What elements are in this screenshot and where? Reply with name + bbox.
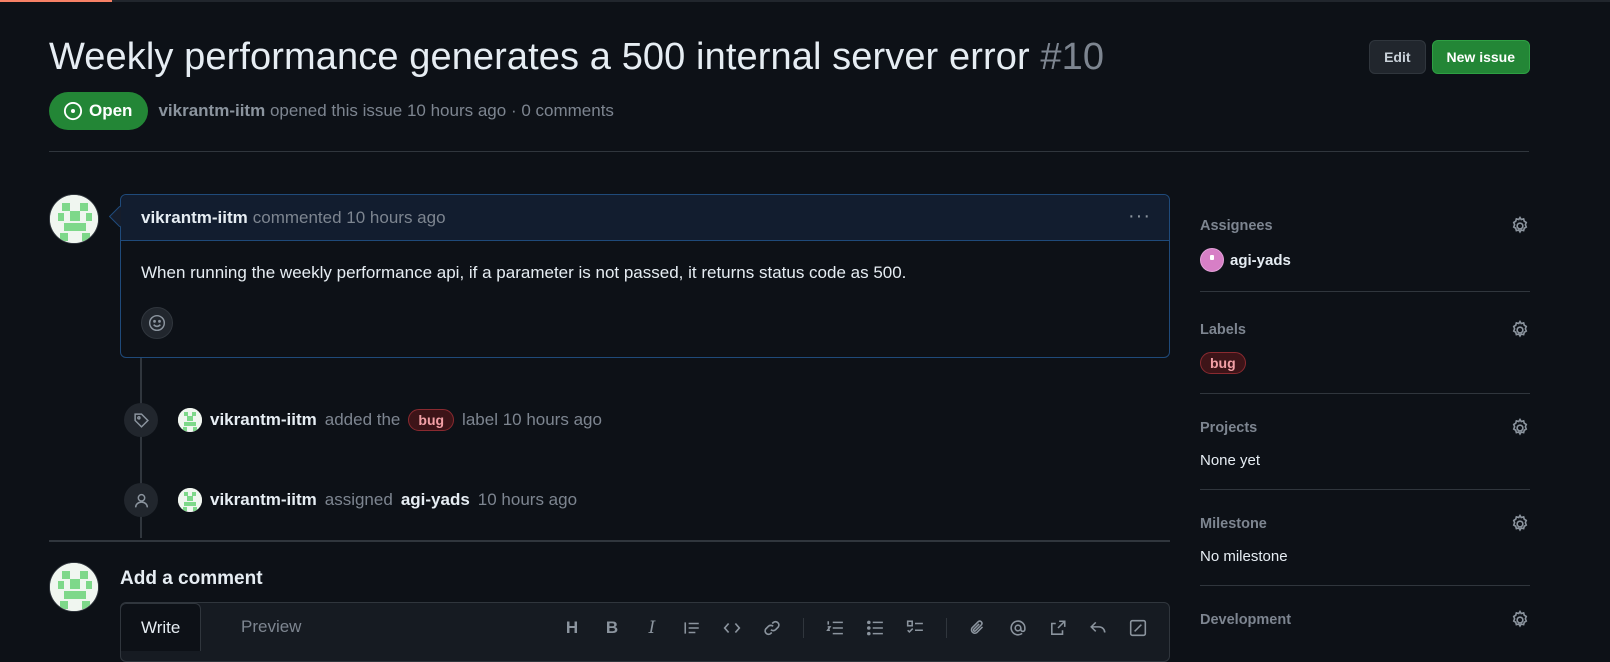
gear-icon[interactable] bbox=[1510, 320, 1530, 340]
sidebar-labels: Labels bug bbox=[1200, 292, 1530, 394]
timeline-divider bbox=[49, 540, 1170, 542]
gear-icon[interactable] bbox=[1510, 216, 1530, 236]
link-icon bbox=[764, 620, 780, 636]
new-issue-button[interactable]: New issue bbox=[1431, 40, 1530, 74]
issue-title-text: Weekly performance generates a 500 inter… bbox=[49, 36, 1030, 78]
unordered-list-icon bbox=[867, 620, 883, 636]
code-button[interactable] bbox=[715, 615, 749, 641]
italic-button[interactable]: I bbox=[635, 615, 669, 641]
issue-opened-text: opened this issue 10 hours ago · 0 comme… bbox=[269, 101, 614, 120]
issue-number: #10 bbox=[1040, 36, 1105, 78]
mention-button[interactable] bbox=[1001, 615, 1035, 641]
assignees-heading[interactable]: Assignees bbox=[1200, 218, 1273, 234]
add-reaction-button[interactable] bbox=[141, 307, 173, 339]
cross-reference-icon bbox=[1051, 620, 1066, 635]
avatar[interactable] bbox=[49, 194, 99, 244]
code-icon bbox=[723, 622, 741, 634]
event-assignee-link[interactable]: agi-yads bbox=[401, 490, 470, 510]
sidebar-development: Development bbox=[1200, 586, 1530, 646]
quote-button[interactable] bbox=[675, 615, 709, 641]
event-text: added the bbox=[324, 410, 401, 429]
labels-heading[interactable]: Labels bbox=[1200, 322, 1246, 338]
reply-button[interactable] bbox=[1081, 615, 1115, 641]
header-actions: Edit New issue bbox=[1369, 40, 1530, 74]
avatar[interactable] bbox=[178, 408, 202, 432]
label-bug[interactable]: bug bbox=[1200, 352, 1246, 374]
tab-write[interactable]: Write bbox=[120, 603, 202, 651]
event-text: label 10 hours ago bbox=[462, 410, 602, 429]
paperclip-icon bbox=[970, 620, 984, 634]
add-comment-heading: Add a comment bbox=[120, 568, 263, 589]
milestone-value: No milestone bbox=[1200, 548, 1288, 565]
issue-comment: vikrantm-iitm commented 10 hours ago ···… bbox=[120, 194, 1170, 358]
smiley-icon bbox=[148, 314, 166, 332]
label-list: bug bbox=[1200, 352, 1246, 374]
reply-icon bbox=[1090, 621, 1106, 633]
comment-header: vikrantm-iitm commented 10 hours ago ··· bbox=[121, 195, 1169, 241]
numbered-list-button[interactable] bbox=[818, 615, 852, 641]
comment-editor: Write Preview H B I bbox=[120, 602, 1170, 662]
comment-author-link[interactable]: vikrantm-iitm bbox=[141, 208, 248, 228]
gear-icon[interactable] bbox=[1510, 610, 1530, 630]
comment-body: When running the weekly performance api,… bbox=[141, 263, 907, 282]
issue-open-icon bbox=[63, 101, 83, 121]
reference-button[interactable] bbox=[1041, 615, 1075, 641]
event-text: 10 hours ago bbox=[477, 490, 578, 509]
task-list-button[interactable] bbox=[898, 615, 932, 641]
edit-square-icon bbox=[1129, 619, 1147, 637]
identicon-avatar bbox=[50, 195, 98, 243]
fullscreen-button[interactable] bbox=[1121, 615, 1155, 641]
gear-icon[interactable] bbox=[1510, 418, 1530, 438]
task-list-icon bbox=[906, 620, 923, 634]
heading-button[interactable]: H bbox=[555, 615, 589, 641]
issue-meta-text: vikrantm-iitm opened this issue 10 hours… bbox=[158, 101, 613, 121]
status-badge: Open bbox=[49, 92, 149, 130]
event-text: assigned bbox=[324, 490, 393, 509]
timeline-event-labeled: vikrantm-iitm added the bug label 10 hou… bbox=[124, 403, 602, 437]
event-actor-link[interactable]: vikrantm-iitm bbox=[210, 410, 317, 430]
tab-underline-accent bbox=[0, 0, 112, 2]
edit-button[interactable]: Edit bbox=[1369, 40, 1426, 74]
mention-icon bbox=[1010, 620, 1026, 636]
bold-button[interactable]: B bbox=[595, 615, 629, 641]
markdown-toolbar: H B I bbox=[555, 615, 1155, 641]
avatar[interactable] bbox=[178, 488, 202, 512]
issue-meta: Open vikrantm-iitm opened this issue 10 … bbox=[49, 92, 614, 130]
assignee-item[interactable]: agi-yads bbox=[1200, 248, 1291, 272]
projects-heading[interactable]: Projects bbox=[1200, 420, 1257, 436]
event-actor-link[interactable]: vikrantm-iitm bbox=[210, 490, 317, 510]
issue-title: Weekly performance generates a 500 inter… bbox=[49, 36, 1104, 79]
issue-author-link[interactable]: vikrantm-iitm bbox=[158, 101, 265, 120]
unordered-list-button[interactable] bbox=[858, 615, 892, 641]
milestone-heading[interactable]: Milestone bbox=[1200, 516, 1267, 532]
link-button[interactable] bbox=[755, 615, 789, 641]
avatar[interactable] bbox=[49, 562, 99, 612]
top-strip bbox=[0, 0, 1610, 2]
numbered-list-icon bbox=[826, 621, 843, 635]
avatar bbox=[1200, 248, 1224, 272]
projects-value: None yet bbox=[1200, 452, 1261, 469]
sidebar-assignees: Assignees agi-yads bbox=[1200, 194, 1530, 292]
quote-icon bbox=[684, 622, 699, 634]
label-bug[interactable]: bug bbox=[408, 409, 455, 431]
development-heading[interactable]: Development bbox=[1200, 612, 1291, 628]
toolbar-divider bbox=[803, 618, 804, 638]
status-label: Open bbox=[89, 101, 133, 120]
assignee-name: agi-yads bbox=[1230, 251, 1291, 269]
sidebar-milestone: Milestone No milestone bbox=[1200, 490, 1530, 586]
sidebar-projects: Projects None yet bbox=[1200, 394, 1530, 490]
timeline-event-assigned: vikrantm-iitm assigned agi-yads 10 hours… bbox=[124, 483, 577, 517]
toolbar-divider bbox=[946, 618, 947, 638]
more-options-icon[interactable]: ··· bbox=[1128, 205, 1151, 228]
person-icon bbox=[124, 483, 158, 517]
tag-icon bbox=[124, 403, 158, 437]
header-divider bbox=[49, 151, 1529, 152]
comment-meta[interactable]: commented 10 hours ago bbox=[253, 208, 446, 228]
issue-sidebar: Assignees agi-yads Labels bug Projects N… bbox=[1200, 194, 1530, 646]
tab-preview[interactable]: Preview bbox=[221, 603, 321, 651]
attach-file-button[interactable] bbox=[961, 615, 995, 641]
gear-icon[interactable] bbox=[1510, 514, 1530, 534]
